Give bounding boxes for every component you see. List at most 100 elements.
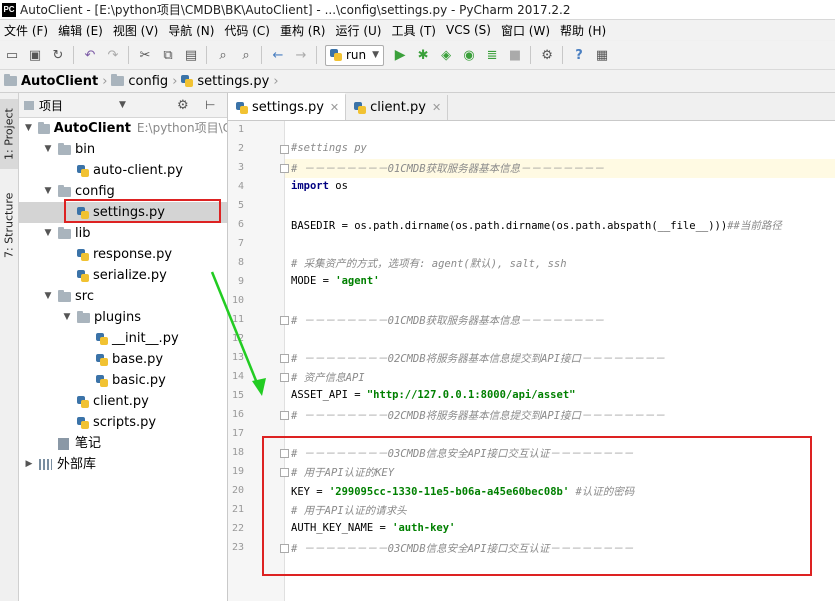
line-number: 19	[231, 466, 244, 477]
save-icon[interactable]: ▣	[25, 45, 45, 65]
tab-client-py[interactable]: client.py ✕	[346, 95, 449, 120]
line-number: 22	[231, 523, 244, 534]
line-number: 14	[231, 371, 244, 382]
sdk-icon[interactable]: ▦	[592, 45, 612, 65]
chevron-down-icon[interactable]: ▼	[42, 139, 54, 160]
tree-item[interactable]: basic.py	[19, 370, 227, 391]
toolbar-divider	[316, 46, 317, 64]
cut-icon[interactable]: ✂	[135, 45, 155, 65]
line-number: 5	[237, 200, 244, 211]
paste-icon[interactable]: ▤	[181, 45, 201, 65]
chevron-right-icon[interactable]: ▶	[23, 454, 35, 475]
menu-item[interactable]: 运行 (U)	[332, 22, 388, 39]
tree-item[interactable]: response.py	[19, 244, 227, 265]
help-icon[interactable]: ?	[569, 45, 589, 65]
tree-item[interactable]: client.py	[19, 391, 227, 412]
sync-icon[interactable]: ↻	[48, 45, 68, 65]
tree-item[interactable]: base.py	[19, 349, 227, 370]
tab-project-label: 1: Project	[2, 108, 16, 160]
menu-item[interactable]: 帮助 (H)	[556, 22, 612, 39]
tab-structure-label: 7: Structure	[2, 192, 16, 258]
fold-marker-icon[interactable]	[280, 164, 289, 173]
chevron-down-icon[interactable]: ▼	[42, 286, 54, 307]
tree-item[interactable]: serialize.py	[19, 265, 227, 286]
collapse-icon[interactable]: ⊢	[205, 98, 215, 112]
close-icon[interactable]: ✕	[330, 101, 339, 114]
tree-item[interactable]: ▼ src	[19, 286, 227, 307]
folder-icon	[58, 184, 71, 197]
tab-settings-py[interactable]: settings.py ✕	[228, 93, 347, 120]
tab-label: settings.py	[252, 100, 324, 115]
debug-icon[interactable]: ✱	[413, 45, 433, 65]
python-file-icon	[236, 101, 248, 114]
coverage-icon[interactable]: ◈	[436, 45, 456, 65]
tree-item[interactable]: ▼ plugins	[19, 307, 227, 328]
tool-window-strip: 1: Project 7: Structure	[0, 93, 19, 601]
tab-project-tool[interactable]: 1: Project	[0, 99, 18, 169]
fold-marker-icon[interactable]	[280, 354, 289, 363]
redo-icon[interactable]: ↷	[103, 45, 123, 65]
tree-item[interactable]: ▼ bin	[19, 139, 227, 160]
chevron-down-icon[interactable]: ▼	[119, 100, 126, 110]
stop-icon[interactable]: ■	[505, 45, 525, 65]
chevron-down-icon[interactable]: ▼	[42, 181, 54, 202]
chevron-down-icon[interactable]: ▼	[23, 118, 34, 139]
tree-item[interactable]: 笔记	[19, 433, 227, 454]
menu-item[interactable]: 重构 (R)	[276, 22, 332, 39]
copy-icon[interactable]: ⧉	[158, 45, 178, 65]
fold-marker-icon[interactable]	[280, 373, 289, 382]
run-config-select[interactable]: run ▼	[325, 44, 385, 66]
folder-icon	[58, 289, 71, 302]
tree-item[interactable]: ▼ lib	[19, 223, 227, 244]
fold-marker-icon[interactable]	[280, 411, 289, 420]
menu-item[interactable]: 代码 (C)	[220, 22, 276, 39]
profile-icon[interactable]: ◉	[459, 45, 479, 65]
folder-icon	[37, 121, 50, 134]
fold-marker-icon[interactable]	[280, 145, 289, 154]
tree-item[interactable]: __init__.py	[19, 328, 227, 349]
forward-icon[interactable]: →	[291, 45, 311, 65]
menu-item[interactable]: 视图 (V)	[109, 22, 164, 39]
tree-item[interactable]: ▶ 外部库	[19, 454, 227, 475]
library-icon	[39, 459, 52, 470]
toolbar-divider	[128, 46, 129, 64]
menu-item[interactable]: VCS (S)	[442, 23, 497, 37]
menu-item[interactable]: 编辑 (E)	[54, 22, 109, 39]
replace-icon[interactable]: ⌕	[236, 45, 256, 65]
gear-icon[interactable]: ⚙	[177, 98, 189, 113]
breadcrumb-label: AutoClient	[21, 73, 99, 89]
line-number: 12	[231, 333, 244, 344]
chevron-down-icon[interactable]: ▼	[61, 307, 73, 328]
code-token: 'agent'	[335, 275, 380, 287]
settings-icon[interactable]: ⚙	[537, 45, 557, 65]
window-title: AutoClient - [E:\python项目\CMDB\BK\AutoCl…	[20, 3, 571, 17]
fold-marker-icon[interactable]	[280, 316, 289, 325]
tree-item[interactable]: auto-client.py	[19, 160, 227, 181]
open-folder-icon[interactable]: ▭	[2, 45, 22, 65]
undo-icon[interactable]: ↶	[80, 45, 100, 65]
code-line: # －－－－－－－－02CMDB将服务器基本信息提交到API接口－－－－－－－－	[291, 351, 665, 366]
menu-item[interactable]: 工具 (T)	[387, 22, 442, 39]
concurrency-icon[interactable]: ≣	[482, 45, 502, 65]
menu-item[interactable]: 导航 (N)	[164, 22, 220, 39]
menu-item[interactable]: 文件 (F)	[0, 22, 54, 39]
chevron-down-icon[interactable]: ▼	[42, 223, 54, 244]
project-panel-title[interactable]: 项目	[39, 97, 63, 114]
tree-item[interactable]: scripts.py	[19, 412, 227, 433]
breadcrumb-item-config[interactable]: config	[107, 74, 172, 89]
auth-section-highlight	[262, 436, 812, 576]
find-icon[interactable]: ⌕	[213, 45, 233, 65]
breadcrumb-item-settings[interactable]: settings.py	[177, 74, 273, 89]
title-bar: PC AutoClient - [E:\python项目\CMDB\BK\Aut…	[0, 0, 835, 20]
run-icon[interactable]: ▶	[390, 45, 410, 65]
menu-item[interactable]: 窗口 (W)	[497, 22, 556, 39]
back-icon[interactable]: ←	[268, 45, 288, 65]
breadcrumb-item-autoclient[interactable]: AutoClient	[0, 74, 102, 89]
close-icon[interactable]: ✕	[432, 101, 441, 114]
python-file-icon	[96, 374, 108, 387]
tab-structure-tool[interactable]: 7: Structure	[0, 185, 18, 265]
code-token: BASEDIR = os.path.dirname(os.path.dirnam…	[291, 220, 728, 232]
code-token: # －－－－－－－－02CMDB将服务器基本信息提交到API接口－－－－－－－－	[291, 353, 666, 365]
tree-item[interactable]: ▼ AutoClient E:\python项目\C	[19, 118, 227, 139]
breadcrumb-label: settings.py	[197, 73, 270, 89]
